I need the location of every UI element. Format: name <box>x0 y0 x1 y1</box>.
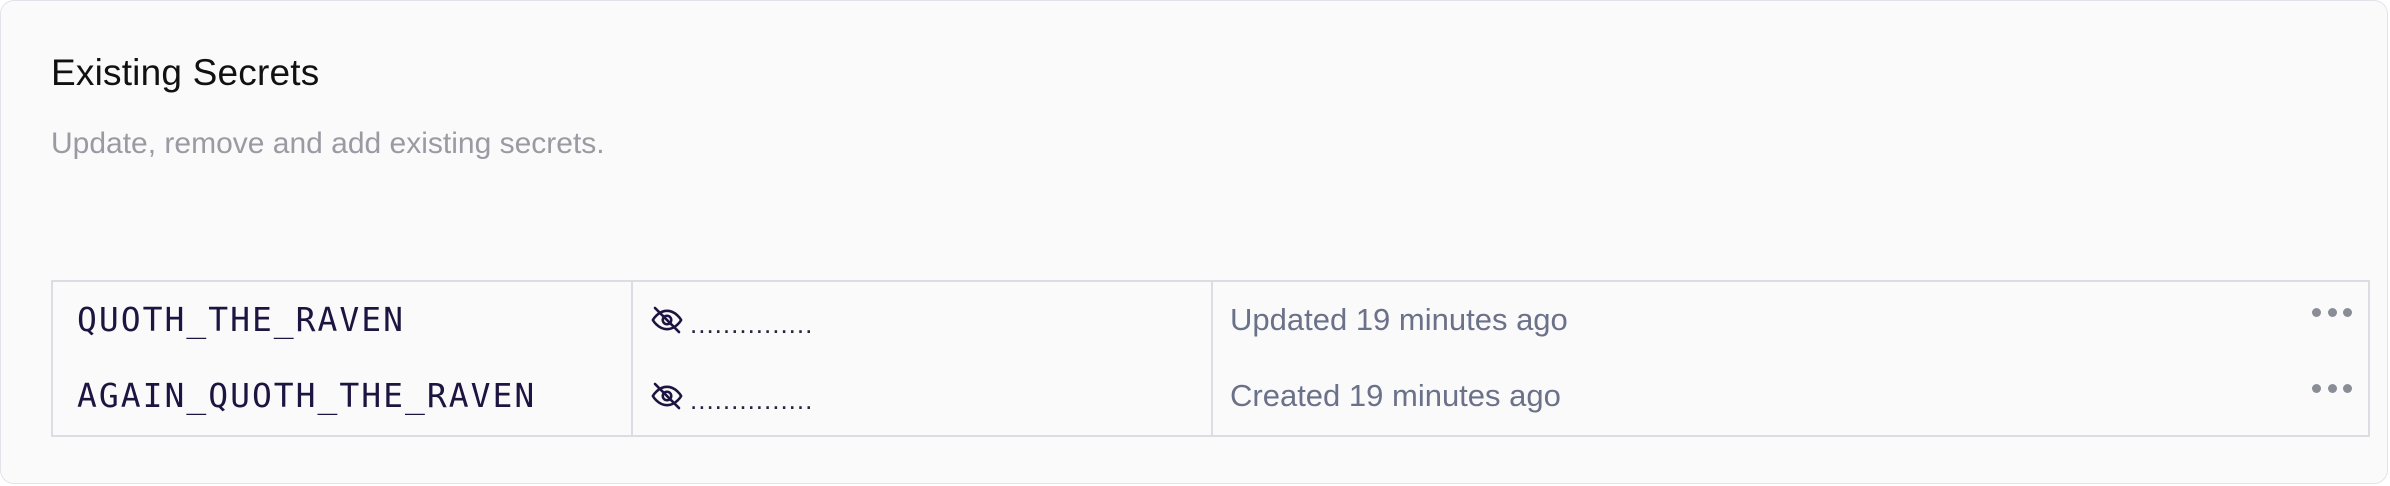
existing-secrets-panel: Existing Secrets Update, remove and add … <box>0 0 2388 484</box>
section-title: Existing Secrets <box>51 52 320 93</box>
secret-row: QUOTH_THE_RAVEN ............... Updated … <box>53 282 2368 358</box>
secret-row: AGAIN_QUOTH_THE_RAVEN ............... Cr… <box>53 358 2368 434</box>
masked-secret-value: ............... <box>690 308 814 339</box>
more-horizontal-icon <box>2312 383 2321 393</box>
secret-status: Created 19 minutes ago <box>1230 378 1561 413</box>
secret-status: Updated 19 minutes ago <box>1230 302 1568 337</box>
more-dot <box>2343 307 2352 317</box>
more-dot <box>2343 383 2352 393</box>
section-subtitle: Update, remove and add existing secrets. <box>51 127 605 160</box>
more-dot <box>2327 307 2337 317</box>
secret-value-toggle[interactable]: ............... <box>650 282 813 358</box>
more-horizontal-icon <box>2312 307 2321 317</box>
more-options-button[interactable] <box>2312 300 2352 324</box>
more-options-button[interactable] <box>2312 376 2352 400</box>
secret-key: AGAIN_QUOTH_THE_RAVEN <box>77 376 537 415</box>
eye-off-icon[interactable] <box>650 379 684 413</box>
secret-key: QUOTH_THE_RAVEN <box>77 300 406 339</box>
secret-value-toggle[interactable]: ............... <box>650 358 813 434</box>
more-dot <box>2327 383 2337 393</box>
masked-secret-value: ............... <box>690 384 814 415</box>
eye-off-icon[interactable] <box>650 303 684 337</box>
secrets-table: QUOTH_THE_RAVEN ............... Updated … <box>51 280 2370 437</box>
